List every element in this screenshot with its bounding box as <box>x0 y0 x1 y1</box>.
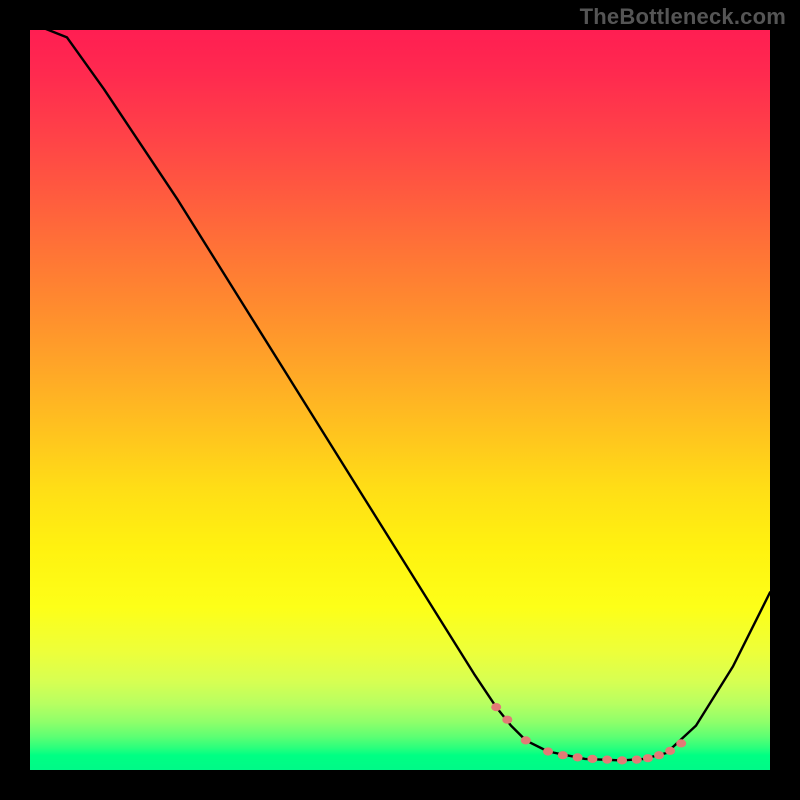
curve-marker <box>643 754 653 762</box>
chart-frame: TheBottleneck.com <box>0 0 800 800</box>
curve-marker <box>558 751 568 759</box>
curve-marker <box>543 747 553 755</box>
watermark-text: TheBottleneck.com <box>580 4 786 30</box>
curve-marker <box>617 756 627 764</box>
curve-marker <box>654 751 664 759</box>
curve-marker <box>521 736 531 744</box>
curve-marker <box>676 739 686 747</box>
bottleneck-curve <box>30 23 770 761</box>
curve-marker <box>502 716 512 724</box>
curve-marker <box>587 755 597 763</box>
plot-area <box>30 30 770 770</box>
curve-marker <box>665 747 675 755</box>
curve-marker <box>632 756 642 764</box>
curve-marker <box>491 703 501 711</box>
curve-layer <box>30 30 770 770</box>
curve-marker <box>573 753 583 761</box>
curve-marker <box>602 756 612 764</box>
